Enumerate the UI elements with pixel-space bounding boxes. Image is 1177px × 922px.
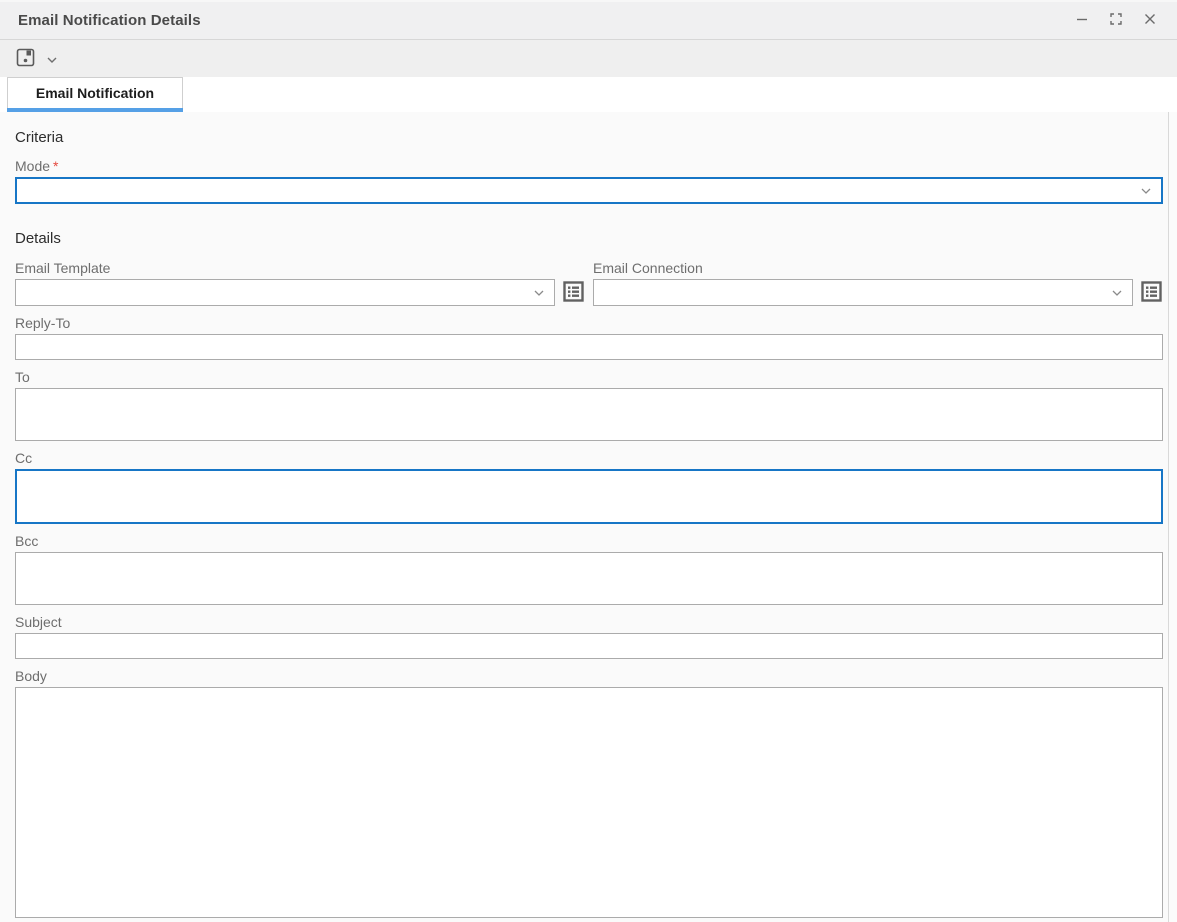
body-field: Body <box>15 668 1163 918</box>
email-template-label: Email Template <box>15 260 111 276</box>
email-notification-details-window: Email Notification Details Email Notific… <box>0 0 1177 922</box>
toolbar <box>0 40 1177 77</box>
list-icon <box>1141 280 1162 305</box>
maximize-icon <box>1110 13 1122 28</box>
body-textarea[interactable] <box>15 687 1163 918</box>
tab-label: Email Notification <box>35 85 155 101</box>
template-connection-row: Email Template Email Connection <box>15 260 1163 306</box>
body-label: Body <box>15 668 47 684</box>
form-panel: Criteria Mode * Details Email Template E… <box>0 112 1177 922</box>
bcc-textarea[interactable] <box>15 552 1163 605</box>
mode-select[interactable] <box>15 177 1163 204</box>
to-textarea[interactable] <box>15 388 1163 441</box>
subject-input[interactable] <box>15 633 1163 659</box>
list-icon <box>563 280 584 305</box>
mode-field: Mode * <box>15 158 1163 204</box>
bcc-label: Bcc <box>15 533 39 549</box>
email-connection-lookup-button[interactable] <box>1140 280 1163 305</box>
section-heading-criteria: Criteria <box>15 129 64 146</box>
cc-field: Cc <box>15 450 1163 524</box>
reply-to-label: Reply-To <box>15 315 71 331</box>
chevron-down-icon <box>1141 188 1151 194</box>
save-menu-button[interactable] <box>42 46 62 72</box>
save-icon <box>16 48 35 70</box>
cc-label: Cc <box>15 450 33 466</box>
scrollbar-track[interactable] <box>1168 112 1177 922</box>
email-template-field: Email Template <box>15 260 585 306</box>
reply-to-field: Reply-To <box>15 315 1163 360</box>
close-icon <box>1144 13 1156 28</box>
form-content: Criteria Mode * Details Email Template E… <box>0 112 1168 922</box>
subject-field: Subject <box>15 614 1163 659</box>
close-button[interactable] <box>1137 8 1163 34</box>
minimize-icon <box>1076 13 1088 28</box>
to-label: To <box>15 369 30 385</box>
reply-to-input[interactable] <box>15 334 1163 360</box>
to-field: To <box>15 369 1163 441</box>
email-template-lookup-button[interactable] <box>562 280 585 305</box>
chevron-down-icon <box>534 290 544 296</box>
save-button[interactable] <box>12 46 38 72</box>
bcc-field: Bcc <box>15 533 1163 605</box>
chevron-down-icon <box>47 51 57 66</box>
subject-label: Subject <box>15 614 62 630</box>
window-title: Email Notification Details <box>18 12 201 29</box>
email-connection-select[interactable] <box>593 279 1133 306</box>
tab-email-notification[interactable]: Email Notification <box>7 77 183 108</box>
mode-label: Mode * <box>15 158 59 174</box>
tab-bar: Email Notification <box>0 77 1177 112</box>
titlebar: Email Notification Details <box>0 0 1177 40</box>
minimize-button[interactable] <box>1069 8 1095 34</box>
email-template-select[interactable] <box>15 279 555 306</box>
required-asterisk: * <box>53 158 59 174</box>
chevron-down-icon <box>1112 290 1122 296</box>
cc-textarea[interactable] <box>15 469 1163 524</box>
maximize-button[interactable] <box>1103 8 1129 34</box>
email-connection-field: Email Connection <box>593 260 1163 306</box>
email-connection-label: Email Connection <box>593 260 703 276</box>
section-heading-details: Details <box>15 230 61 247</box>
